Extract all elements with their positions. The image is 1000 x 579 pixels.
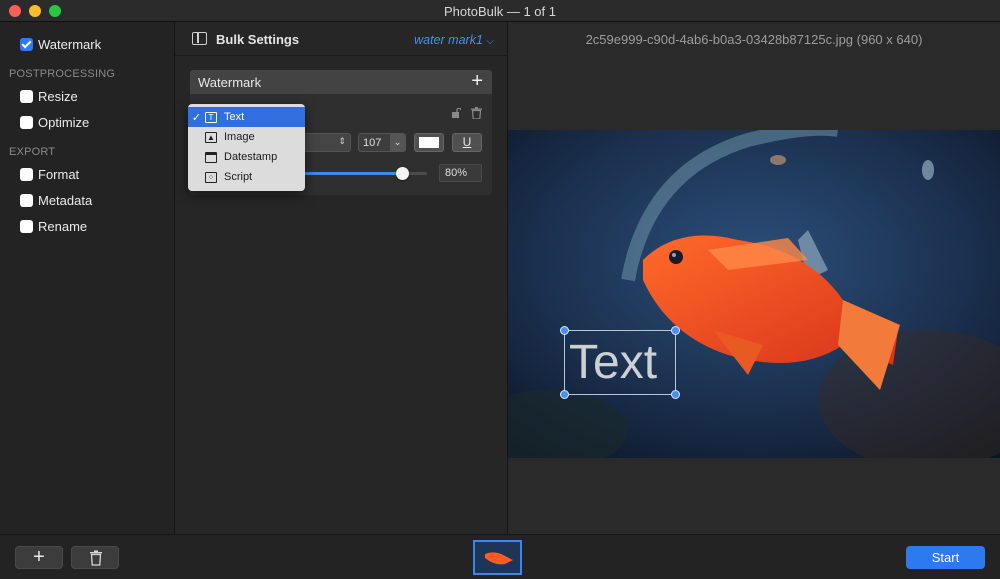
optimize-checkbox[interactable]: [20, 116, 33, 129]
settings-title: Bulk Settings: [216, 32, 300, 47]
optimize-label: Optimize: [38, 115, 90, 130]
title-bar: PhotoBulk — 1 of 1: [0, 0, 1000, 22]
menu-item-script[interactable]: ⁘ Script: [188, 167, 305, 187]
settings-panel: Bulk Settings water mark1 ⌵ Watermark + …: [175, 22, 508, 534]
menu-item-datestamp-label: Datestamp: [224, 151, 278, 163]
watermark-checkbox[interactable]: [20, 38, 33, 51]
metadata-label: Metadata: [38, 193, 93, 208]
resize-label: Resize: [38, 89, 78, 104]
thumbnail-image: [475, 542, 520, 573]
calendar-icon: [205, 151, 217, 163]
preview-area: 2c59e999-c90d-4ab6-b0a3-03428b87125c.jpg…: [508, 22, 1000, 534]
resize-handle-top-left[interactable]: [560, 326, 569, 335]
text-icon: T: [205, 111, 217, 123]
updown-chevron-icon: ⇕: [338, 136, 346, 146]
add-images-button[interactable]: +: [15, 546, 63, 569]
optimize-toggle[interactable]: Optimize: [20, 115, 89, 130]
watermark-label: Watermark: [38, 37, 102, 52]
rename-checkbox[interactable]: [20, 220, 33, 233]
unlock-icon[interactable]: [451, 108, 461, 118]
opacity-value[interactable]: 80%: [439, 164, 482, 182]
menu-item-text-label: Text: [224, 111, 245, 123]
export-header: EXPORT: [9, 146, 56, 158]
rename-label: Rename: [38, 219, 88, 234]
image-filename: 2c59e999-c90d-4ab6-b0a3-03428b87125c.jpg…: [585, 32, 923, 47]
menu-item-script-label: Script: [224, 171, 253, 183]
format-label: Format: [38, 167, 80, 182]
metadata-checkbox[interactable]: [20, 194, 33, 207]
window-title: PhotoBulk — 1 of 1: [443, 4, 556, 19]
watermark-text[interactable]: Text: [569, 335, 657, 391]
add-watermark-button[interactable]: +: [471, 71, 483, 91]
menu-item-text[interactable]: ✓ T Text: [188, 107, 305, 127]
image-thumbnail[interactable]: [473, 540, 522, 575]
watermark-type-menu: ✓ T Text ▲ Image Datestamp ⁘ Script: [188, 104, 305, 191]
trash-icon: [90, 550, 102, 566]
chevron-down-icon[interactable]: ⌄: [390, 134, 405, 151]
checkmark-icon: ✓: [191, 111, 202, 124]
remove-images-button[interactable]: [71, 546, 119, 569]
opacity-slider[interactable]: [303, 167, 427, 180]
resize-handle-top-right[interactable]: [671, 326, 680, 335]
watermark-section-header: Watermark +: [190, 70, 492, 94]
color-swatch: [419, 137, 439, 148]
format-checkbox[interactable]: [20, 168, 33, 181]
opacity-slider-fill: [303, 172, 403, 175]
preview-image: Text: [508, 130, 1000, 458]
bottom-toolbar: + Start: [0, 534, 1000, 579]
rename-toggle[interactable]: Rename: [20, 219, 87, 234]
font-size-value[interactable]: 107: [363, 137, 381, 149]
menu-item-image-label: Image: [224, 131, 255, 143]
sidebar-toggle-icon[interactable]: [192, 32, 207, 45]
trash-icon[interactable]: [471, 107, 482, 119]
resize-handle-bottom-left[interactable]: [560, 390, 569, 399]
underline-button[interactable]: U: [452, 133, 482, 152]
image-icon: ▲: [205, 131, 217, 143]
resize-handle-bottom-right[interactable]: [671, 390, 680, 399]
menu-item-image[interactable]: ▲ Image: [188, 127, 305, 147]
menu-item-datestamp[interactable]: Datestamp: [188, 147, 305, 167]
fish-photo: [508, 130, 1000, 458]
settings-header: Bulk Settings water mark1 ⌵: [175, 22, 508, 56]
resize-toggle[interactable]: Resize: [20, 89, 78, 104]
start-button[interactable]: Start: [906, 546, 985, 569]
sidebar: Watermark POSTPROCESSING Resize Optimize…: [0, 22, 175, 534]
preset-dropdown[interactable]: water mark1 ⌵: [414, 33, 494, 47]
metadata-toggle[interactable]: Metadata: [20, 193, 92, 208]
opacity-slider-knob[interactable]: [396, 167, 410, 180]
font-size-combo[interactable]: 107 ⌄: [358, 133, 406, 152]
script-icon: ⁘: [205, 171, 217, 183]
resize-checkbox[interactable]: [20, 90, 33, 103]
chevron-down-icon: ⌵: [486, 36, 494, 47]
preset-label: water mark1: [414, 33, 483, 47]
watermark-bounding-box[interactable]: Text: [560, 326, 680, 399]
text-color-well[interactable]: [414, 133, 444, 152]
format-toggle[interactable]: Format: [20, 167, 79, 182]
watermark-section-title: Watermark: [198, 75, 262, 90]
font-dropdown[interactable]: ⇕: [303, 133, 351, 152]
postprocessing-header: POSTPROCESSING: [9, 68, 116, 80]
watermark-toggle[interactable]: Watermark: [20, 37, 101, 52]
